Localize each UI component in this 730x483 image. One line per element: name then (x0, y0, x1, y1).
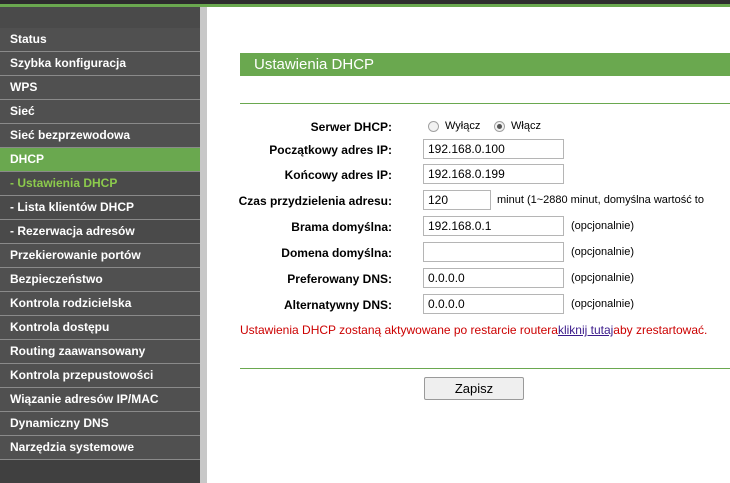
gateway-input[interactable] (423, 216, 564, 236)
divider-top (240, 103, 730, 104)
row-primary-dns: Preferowany DNS: (opcjonalnie) (207, 268, 730, 290)
domain-hint: (opcjonalnie) (571, 246, 634, 258)
row-dhcp-server: Serwer DHCP: Wyłącz Włącz (207, 116, 730, 138)
start-ip-label: Początkowy adres IP: (269, 143, 392, 157)
lease-time-label: Czas przydzielenia adresu: (238, 194, 392, 208)
sidebar-item-parental-control[interactable]: Kontrola rodzicielska (0, 292, 200, 316)
divider-bottom (240, 368, 730, 369)
secondary-dns-label: Alternatywny DNS: (283, 298, 392, 312)
primary-dns-label: Preferowany DNS: (287, 272, 392, 286)
sidebar-item-bandwidth-control[interactable]: Kontrola przepustowości (0, 364, 200, 388)
page-title-bar: Ustawienia DHCP (240, 53, 730, 76)
sidebar-item-dhcp-settings[interactable]: - Ustawienia DHCP (0, 172, 200, 196)
row-lease-time: Czas przydzielenia adresu: minut (1~2880… (207, 190, 730, 212)
lease-time-hint: minut (1~2880 minut, domyślna wartość to (497, 194, 704, 206)
dhcp-on-radio[interactable] (494, 121, 505, 132)
sidebar-item-access-control[interactable]: Kontrola dostępu (0, 316, 200, 340)
dhcp-server-label: Serwer DHCP: (310, 120, 392, 134)
restart-notice: Ustawienia DHCP zostaną aktywowane po re… (240, 323, 707, 337)
sidebar-item-security[interactable]: Bezpieczeństwo (0, 268, 200, 292)
sidebar-header (0, 7, 207, 28)
end-ip-label: Końcowy adres IP: (284, 168, 392, 182)
sidebar-item-network[interactable]: Sieć (0, 100, 200, 124)
sidebar-item-quick-setup[interactable]: Szybka konfiguracja (0, 52, 200, 76)
lease-time-input[interactable] (423, 190, 491, 210)
sidebar-item-advanced-routing[interactable]: Routing zaawansowany (0, 340, 200, 364)
dhcp-off-label: Wyłącz (445, 120, 481, 132)
row-gateway: Brama domyślna: (opcjonalnie) (207, 216, 730, 238)
sidebar-menu: Status Szybka konfiguracja WPS Sieć Sieć… (0, 28, 207, 460)
restart-link[interactable]: kliknij tutaj (558, 323, 613, 337)
sidebar-item-dhcp[interactable]: DHCP (0, 148, 200, 172)
row-secondary-dns: Alternatywny DNS: (opcjonalnie) (207, 294, 730, 316)
dhcp-on-label: Włącz (511, 120, 541, 132)
gateway-label: Brama domyślna: (291, 220, 392, 234)
row-start-ip: Początkowy adres IP: (207, 139, 730, 161)
sidebar-item-dynamic-dns[interactable]: Dynamiczny DNS (0, 412, 200, 436)
gateway-hint: (opcjonalnie) (571, 220, 634, 232)
secondary-dns-input[interactable] (423, 294, 564, 314)
row-end-ip: Końcowy adres IP: (207, 164, 730, 186)
restart-notice-text: Ustawienia DHCP zostaną aktywowane po re… (240, 323, 558, 337)
sidebar-item-port-forwarding[interactable]: Przekierowanie portów (0, 244, 200, 268)
start-ip-input[interactable] (423, 139, 564, 159)
sidebar-item-wps[interactable]: WPS (0, 76, 200, 100)
restart-notice-suffix: aby zrestartować. (613, 323, 708, 337)
primary-dns-hint: (opcjonalnie) (571, 272, 634, 284)
page-title: Ustawienia DHCP (254, 56, 375, 73)
main-content: Ustawienia DHCP Serwer DHCP: Wyłącz Włąc… (207, 7, 730, 483)
sidebar: Status Szybka konfiguracja WPS Sieć Sieć… (0, 7, 207, 483)
sidebar-item-address-reservation[interactable]: - Rezerwacja adresów (0, 220, 200, 244)
domain-input[interactable] (423, 242, 564, 262)
domain-label: Domena domyślna: (281, 246, 392, 260)
sidebar-item-ip-mac-binding[interactable]: Wiązanie adresów IP/MAC (0, 388, 200, 412)
sidebar-item-status[interactable]: Status (0, 28, 200, 52)
end-ip-input[interactable] (423, 164, 564, 184)
sidebar-item-wireless[interactable]: Sieć bezprzewodowa (0, 124, 200, 148)
sidebar-item-system-tools[interactable]: Narzędzia systemowe (0, 436, 200, 460)
save-button[interactable]: Zapisz (424, 377, 524, 400)
row-domain: Domena domyślna: (opcjonalnie) (207, 242, 730, 264)
primary-dns-input[interactable] (423, 268, 564, 288)
dhcp-off-radio[interactable] (428, 121, 439, 132)
sidebar-divider (200, 7, 207, 483)
secondary-dns-hint: (opcjonalnie) (571, 298, 634, 310)
sidebar-item-dhcp-clients[interactable]: - Lista klientów DHCP (0, 196, 200, 220)
